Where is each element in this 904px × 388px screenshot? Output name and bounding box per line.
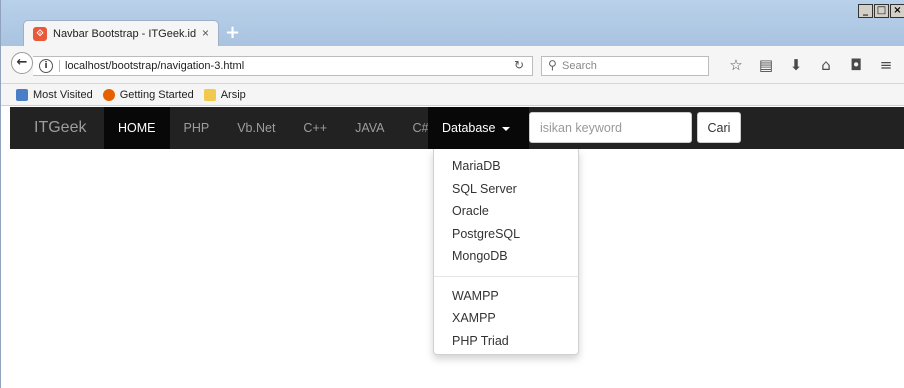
keyword-search-input[interactable]	[529, 112, 692, 143]
back-button[interactable]: ←	[11, 52, 33, 74]
dropdown-item-wampp[interactable]: WAMPP	[434, 285, 578, 308]
dropdown-item-php-triad[interactable]: PHP Triad	[434, 330, 578, 353]
url-text[interactable]: localhost/bootstrap/navigation-3.html	[65, 60, 244, 72]
navbar-brand[interactable]: ITGeek	[34, 119, 86, 137]
database-dropdown-toggle[interactable]: Database	[428, 107, 529, 149]
menu-icon[interactable]: ≡	[871, 56, 901, 74]
dropdown-item-sql-server[interactable]: SQL Server	[434, 178, 578, 201]
info-icon[interactable]: i	[39, 59, 53, 73]
dropdown-divider	[434, 275, 578, 277]
search-icon: ⚲	[548, 58, 557, 72]
window-controls: _ □ ×	[857, 4, 904, 20]
tab-title: Navbar Bootstrap - ITGeek.id	[53, 27, 197, 40]
bookmark-label: Getting Started	[119, 88, 194, 101]
url-bar[interactable]: i localhost/bootstrap/navigation-3.html …	[33, 56, 533, 76]
search-submit-button[interactable]: Cari	[697, 112, 741, 143]
bookmark-getting-started[interactable]: Getting Started	[102, 88, 194, 101]
database-dropdown-menu: MariaDB SQL Server Oracle PostgreSQL Mon…	[433, 149, 579, 355]
dropdown-item-mariadb[interactable]: MariaDB	[434, 155, 578, 178]
tab-close-button[interactable]: ×	[202, 26, 209, 40]
dropdown-item-xampp[interactable]: XAMPP	[434, 307, 578, 330]
favicon-icon: ⟐	[33, 26, 47, 41]
toolbar-icons: ☆ ▤ ⬇ ⌂ ◘ ≡	[721, 56, 901, 74]
download-icon[interactable]: ⬇	[781, 56, 811, 74]
url-separator	[59, 60, 60, 72]
bookmarks-bar: Most Visited Getting Started Arsip	[1, 84, 904, 106]
nav-link-home[interactable]: HOME	[104, 107, 170, 149]
title-bar: _ □ × ⟐ Navbar Bootstrap - ITGeek.id × +	[1, 0, 904, 46]
dropdown-item-oracle[interactable]: Oracle	[434, 200, 578, 223]
nav-link-cpp[interactable]: C++	[289, 107, 341, 149]
bookmark-label: Arsip	[220, 88, 246, 101]
firefox-icon	[102, 88, 115, 101]
minimize-button[interactable]: _	[858, 4, 873, 18]
dropdown-item-postgresql[interactable]: PostgreSQL	[434, 223, 578, 246]
browser-search-bar[interactable]: ⚲ Search	[541, 56, 709, 76]
dropdown-item-mongodb[interactable]: MongoDB	[434, 245, 578, 268]
pocket-icon[interactable]: ◘	[841, 56, 871, 74]
bookmark-star-icon[interactable]: ☆	[721, 56, 751, 74]
caret-down-icon	[501, 126, 510, 131]
nav-link-vbnet[interactable]: Vb.Net	[223, 107, 289, 149]
navbar-links: HOME PHP Vb.Net C++ JAVA C#	[104, 107, 442, 149]
bookmark-arsip[interactable]: Arsip	[203, 88, 246, 101]
reload-icon[interactable]: ↻	[514, 58, 524, 72]
most-visited-icon	[16, 88, 28, 101]
browser-search-placeholder: Search	[562, 60, 597, 72]
bookmark-label: Most Visited	[33, 88, 93, 101]
browser-window: _ □ × ⟐ Navbar Bootstrap - ITGeek.id × +…	[0, 0, 904, 388]
nav-link-php[interactable]: PHP	[170, 107, 224, 149]
maximize-button[interactable]: □	[874, 4, 889, 18]
folder-icon	[203, 88, 216, 101]
nav-link-java[interactable]: JAVA	[341, 107, 398, 149]
nav-toolbar: ← i localhost/bootstrap/navigation-3.htm…	[1, 46, 904, 84]
browser-tab[interactable]: ⟐ Navbar Bootstrap - ITGeek.id ×	[23, 20, 219, 46]
site-navbar: ITGeek HOME PHP Vb.Net C++ JAVA C# Datab…	[10, 107, 904, 149]
new-tab-button[interactable]: +	[225, 22, 240, 43]
close-window-button[interactable]: ×	[890, 4, 904, 18]
home-icon[interactable]: ⌂	[811, 56, 841, 74]
database-label: Database	[442, 121, 496, 135]
reading-list-icon[interactable]: ▤	[751, 56, 781, 74]
bookmark-most-visited[interactable]: Most Visited	[16, 88, 93, 101]
